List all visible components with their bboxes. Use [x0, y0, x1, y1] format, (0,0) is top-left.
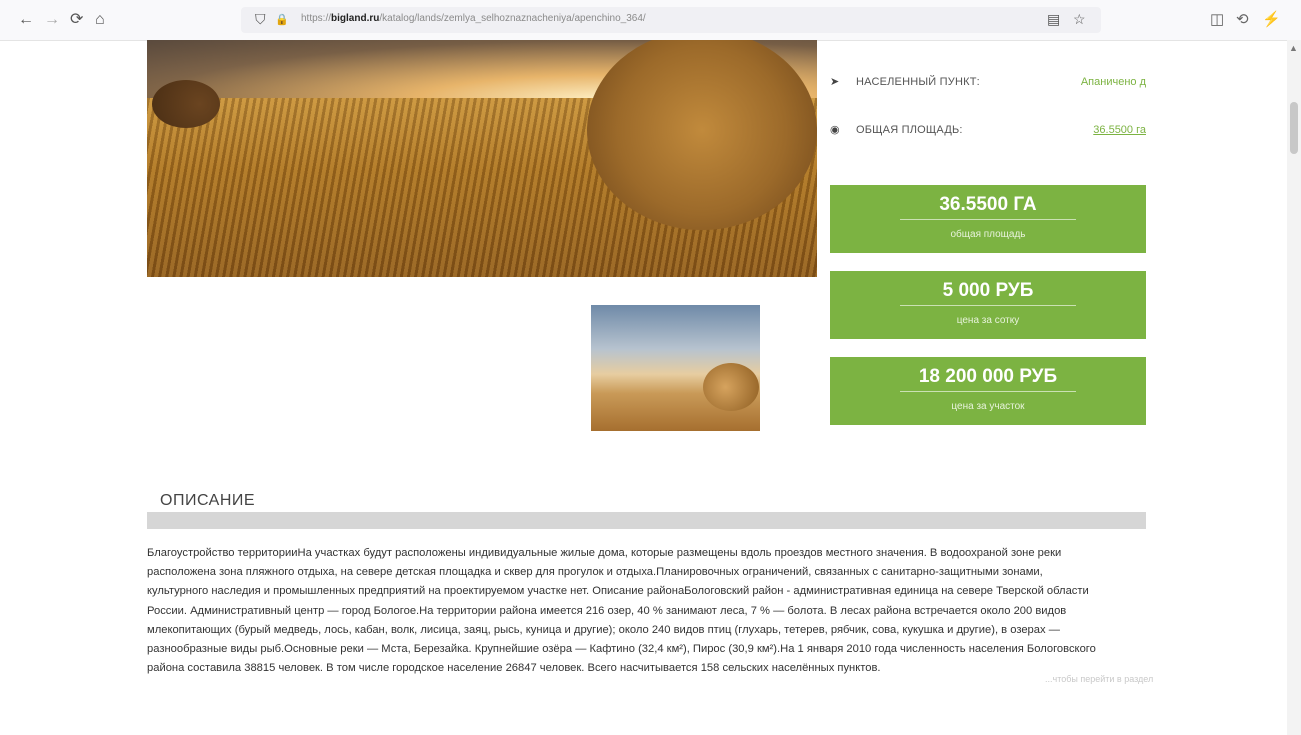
url-path: /katalog/lands/zemlya_selhoznaznacheniya…: [379, 13, 646, 24]
overlay-hint-text: ...чтобы перейти в раздел: [1045, 674, 1154, 684]
total-price-card: 18 200 000 РУБ цена за участок: [830, 357, 1146, 425]
total-price-caption: цена за участок: [951, 401, 1025, 412]
scroll-up-icon[interactable]: ▲: [1289, 43, 1298, 53]
rss-icon[interactable]: ⚡: [1262, 10, 1281, 28]
scrollbar-thumb[interactable]: [1290, 102, 1298, 154]
locality-label: НАСЕЛЕННЫЙ ПУНКТ:: [856, 76, 980, 88]
divider: [900, 219, 1076, 220]
price-per-sotka-caption: цена за сотку: [956, 315, 1020, 326]
divider: [900, 391, 1076, 392]
shield-icon[interactable]: ⛉: [255, 11, 266, 28]
home-icon[interactable]: ⌂: [95, 11, 105, 29]
thumbnail-bale: [703, 363, 759, 411]
area-card-value: 36.5500 ГА: [939, 194, 1037, 215]
reload-icon[interactable]: ⟳: [70, 11, 83, 29]
bookmark-star-icon[interactable]: ☆: [1073, 11, 1086, 28]
photo-bale-small: [152, 80, 220, 128]
gallery-thumbnail[interactable]: [591, 305, 760, 431]
browser-toolbar: ← → ⟳ ⌂ ⛉ 🔒 https://bigland.ru/katalog/l…: [0, 0, 1301, 41]
location-arrow-icon: ➤: [830, 76, 840, 88]
page-scrollbar[interactable]: ▲: [1287, 40, 1301, 735]
description-title: ОПИСАНИЕ: [160, 492, 256, 509]
area-value[interactable]: 36.5500 га: [1093, 124, 1146, 136]
price-per-sotka-card: 5 000 РУБ цена за сотку: [830, 271, 1146, 339]
forward-icon[interactable]: →: [44, 11, 60, 29]
total-price-value: 18 200 000 РУБ: [918, 366, 1058, 387]
url-domain: bigland.ru: [331, 13, 380, 24]
area-card-caption: общая площадь: [950, 229, 1026, 240]
url-prefix: https://: [301, 13, 332, 24]
extensions-icon[interactable]: ⟲: [1236, 10, 1249, 28]
url-text[interactable]: https://bigland.ru/katalog/lands/zemlya_…: [301, 13, 646, 24]
description-bar: [147, 512, 1146, 529]
lock-icon[interactable]: 🔒: [275, 13, 289, 26]
area-card: 36.5500 ГА общая площадь: [830, 185, 1146, 253]
description-text: Благоустройство территорииНа участках бу…: [147, 547, 1096, 675]
locality-value[interactable]: Апаничено д: [1081, 76, 1146, 88]
pocket-icon[interactable]: ◫: [1210, 10, 1224, 28]
locality-row: ➤ НАСЕЛЕННЫЙ ПУНКТ: Апаничено д: [830, 73, 1146, 93]
area-row: ◉ ОБЩАЯ ПЛОЩАДЬ: 36.5500 га: [830, 121, 1146, 141]
globe-icon: ◉: [830, 124, 840, 136]
divider: [900, 305, 1076, 306]
address-bar[interactable]: ⛉ 🔒 https://bigland.ru/katalog/lands/zem…: [241, 7, 1101, 33]
back-icon[interactable]: ←: [18, 11, 34, 29]
reader-view-icon[interactable]: ▤: [1047, 11, 1060, 28]
main-photo[interactable]: [147, 40, 817, 277]
area-label: ОБЩАЯ ПЛОЩАДЬ:: [856, 124, 963, 136]
price-per-sotka-value: 5 000 РУБ: [942, 280, 1034, 301]
